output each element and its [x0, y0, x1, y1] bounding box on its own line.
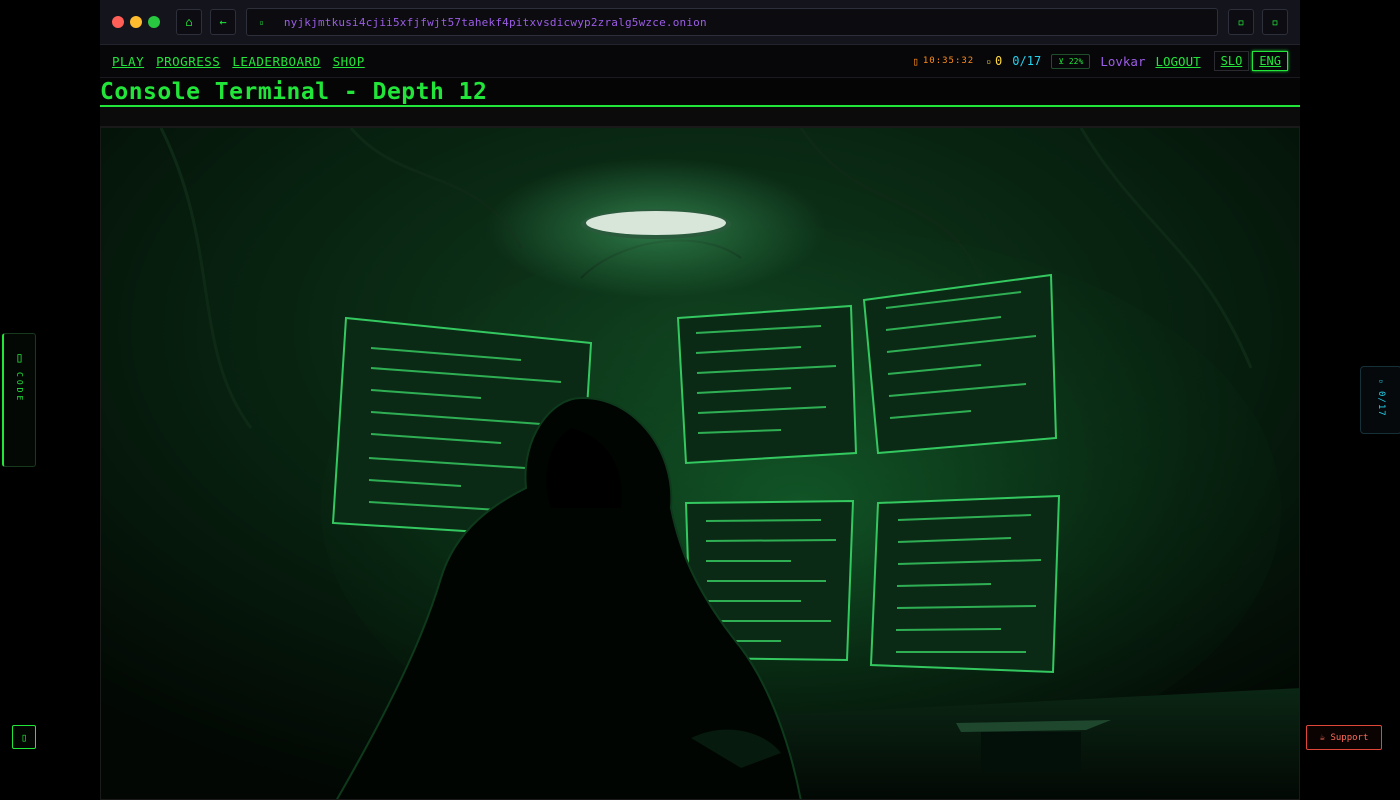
nav-play[interactable]: PLAY: [112, 54, 144, 69]
hacker-room-illustration: [101, 128, 1299, 799]
back-arrow-icon: ←: [219, 15, 227, 29]
nav-progress[interactable]: PROGRESS: [156, 54, 220, 69]
progress-tab-label: 0/17: [1376, 391, 1386, 417]
logout-link[interactable]: LOGOUT: [1155, 54, 1200, 69]
progress-count: 0/17: [1012, 54, 1042, 68]
coin-icon: ▫: [986, 56, 992, 66]
coin-count: 0: [995, 54, 1003, 68]
nav-shop[interactable]: SHOP: [333, 54, 365, 69]
code-tab-label: CODE: [15, 372, 24, 404]
clock-icon: ▯: [912, 54, 919, 68]
maximize-window-dot[interactable]: [148, 16, 160, 28]
percent-badge: ⊻ 22%: [1051, 53, 1091, 69]
back-button[interactable]: ←: [210, 9, 236, 35]
close-window-dot[interactable]: [112, 16, 124, 28]
sub-strip: [100, 107, 1300, 127]
home-icon: ⌂: [185, 15, 193, 29]
top-nav: PLAY PROGRESS LEADERBOARD SHOP ▯ 10:35:3…: [100, 45, 1300, 78]
scene-image: [100, 127, 1300, 800]
progress-icon: ▫: [1378, 377, 1384, 385]
support-button[interactable]: ☕ Support: [1306, 725, 1382, 750]
browser-action-button-2[interactable]: ▫: [1262, 9, 1288, 35]
minimize-window-dot[interactable]: [130, 16, 142, 28]
session-clock: 10:35:32: [922, 56, 975, 66]
browser-action-button-1[interactable]: ▫: [1228, 9, 1254, 35]
lock-icon: ▫: [259, 17, 264, 27]
address-bar[interactable]: ▫ nyjkjmtkusi4cjii5xfjfwjt57tahekf4pitxv…: [246, 8, 1218, 36]
browser-chrome: ⌂ ← ▫ nyjkjmtkusi4cjii5xfjfwjt57tahekf4p…: [100, 0, 1300, 45]
code-panel-tab[interactable]: ▯ CODE: [2, 333, 36, 467]
url-text[interactable]: nyjkjmtkusi4cjii5xfjfwjt57tahekf4pitxvsd…: [284, 16, 707, 29]
code-icon: ▯: [15, 350, 24, 366]
home-button[interactable]: ⌂: [176, 9, 202, 35]
username[interactable]: Lovkar: [1100, 54, 1145, 69]
terminal-toggle-button[interactable]: ▯: [12, 725, 36, 749]
browser-window: ⌂ ← ▫ nyjkjmtkusi4cjii5xfjfwjt57tahekf4p…: [100, 0, 1300, 800]
terminal-icon: ▯: [20, 730, 28, 744]
title-bar: Console Terminal - Depth 12: [100, 78, 1300, 107]
nav-leaderboard[interactable]: LEADERBOARD: [232, 54, 320, 69]
support-label: ☕ Support: [1319, 732, 1369, 743]
lang-slo-button[interactable]: SLO: [1213, 51, 1250, 71]
page-title: Console Terminal - Depth 12: [100, 78, 488, 105]
square-icon: ▫: [1237, 15, 1245, 29]
progress-panel-tab[interactable]: ▫ 0/17: [1360, 366, 1400, 434]
square-icon: ▫: [1271, 15, 1279, 29]
lang-eng-button[interactable]: ENG: [1252, 51, 1288, 71]
